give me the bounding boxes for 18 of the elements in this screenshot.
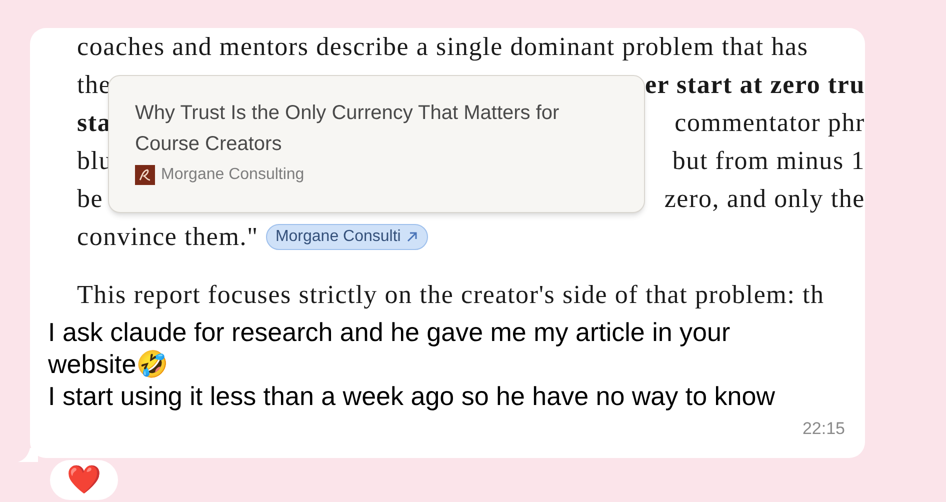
message-text: I start using it less than a week ago so he have no way to know: [48, 380, 776, 412]
document-text: er start at zero tru: [644, 69, 865, 101]
document-text: coaches and mentors describe a single dominant problem that has: [77, 31, 808, 63]
document-text: but from minus 1: [672, 145, 865, 177]
document-text: commentator phr: [674, 107, 865, 139]
reaction-badge[interactable]: ❤: [50, 460, 118, 500]
preview-source: Morgane Consulting: [161, 165, 304, 185]
arrow-icon: [404, 230, 419, 244]
document-text: This report focuses strictly on the creator's side of that problem: th: [77, 279, 824, 311]
document-text: convince them.": [77, 221, 258, 253]
message-time: 22:15: [802, 418, 845, 440]
preview-title: Why Trust Is the Only Currency That Matters for Course Creators: [135, 101, 560, 157]
document-text: the: [77, 69, 112, 101]
logo-icon: [135, 165, 155, 185]
message-text: I ask claude for research and he gave me my article in your website🤣: [48, 316, 732, 380]
document-text: zero, and only the: [664, 183, 865, 215]
source-chip[interactable]: Morgane Consulti: [266, 224, 428, 250]
document-text: be: [77, 183, 104, 215]
